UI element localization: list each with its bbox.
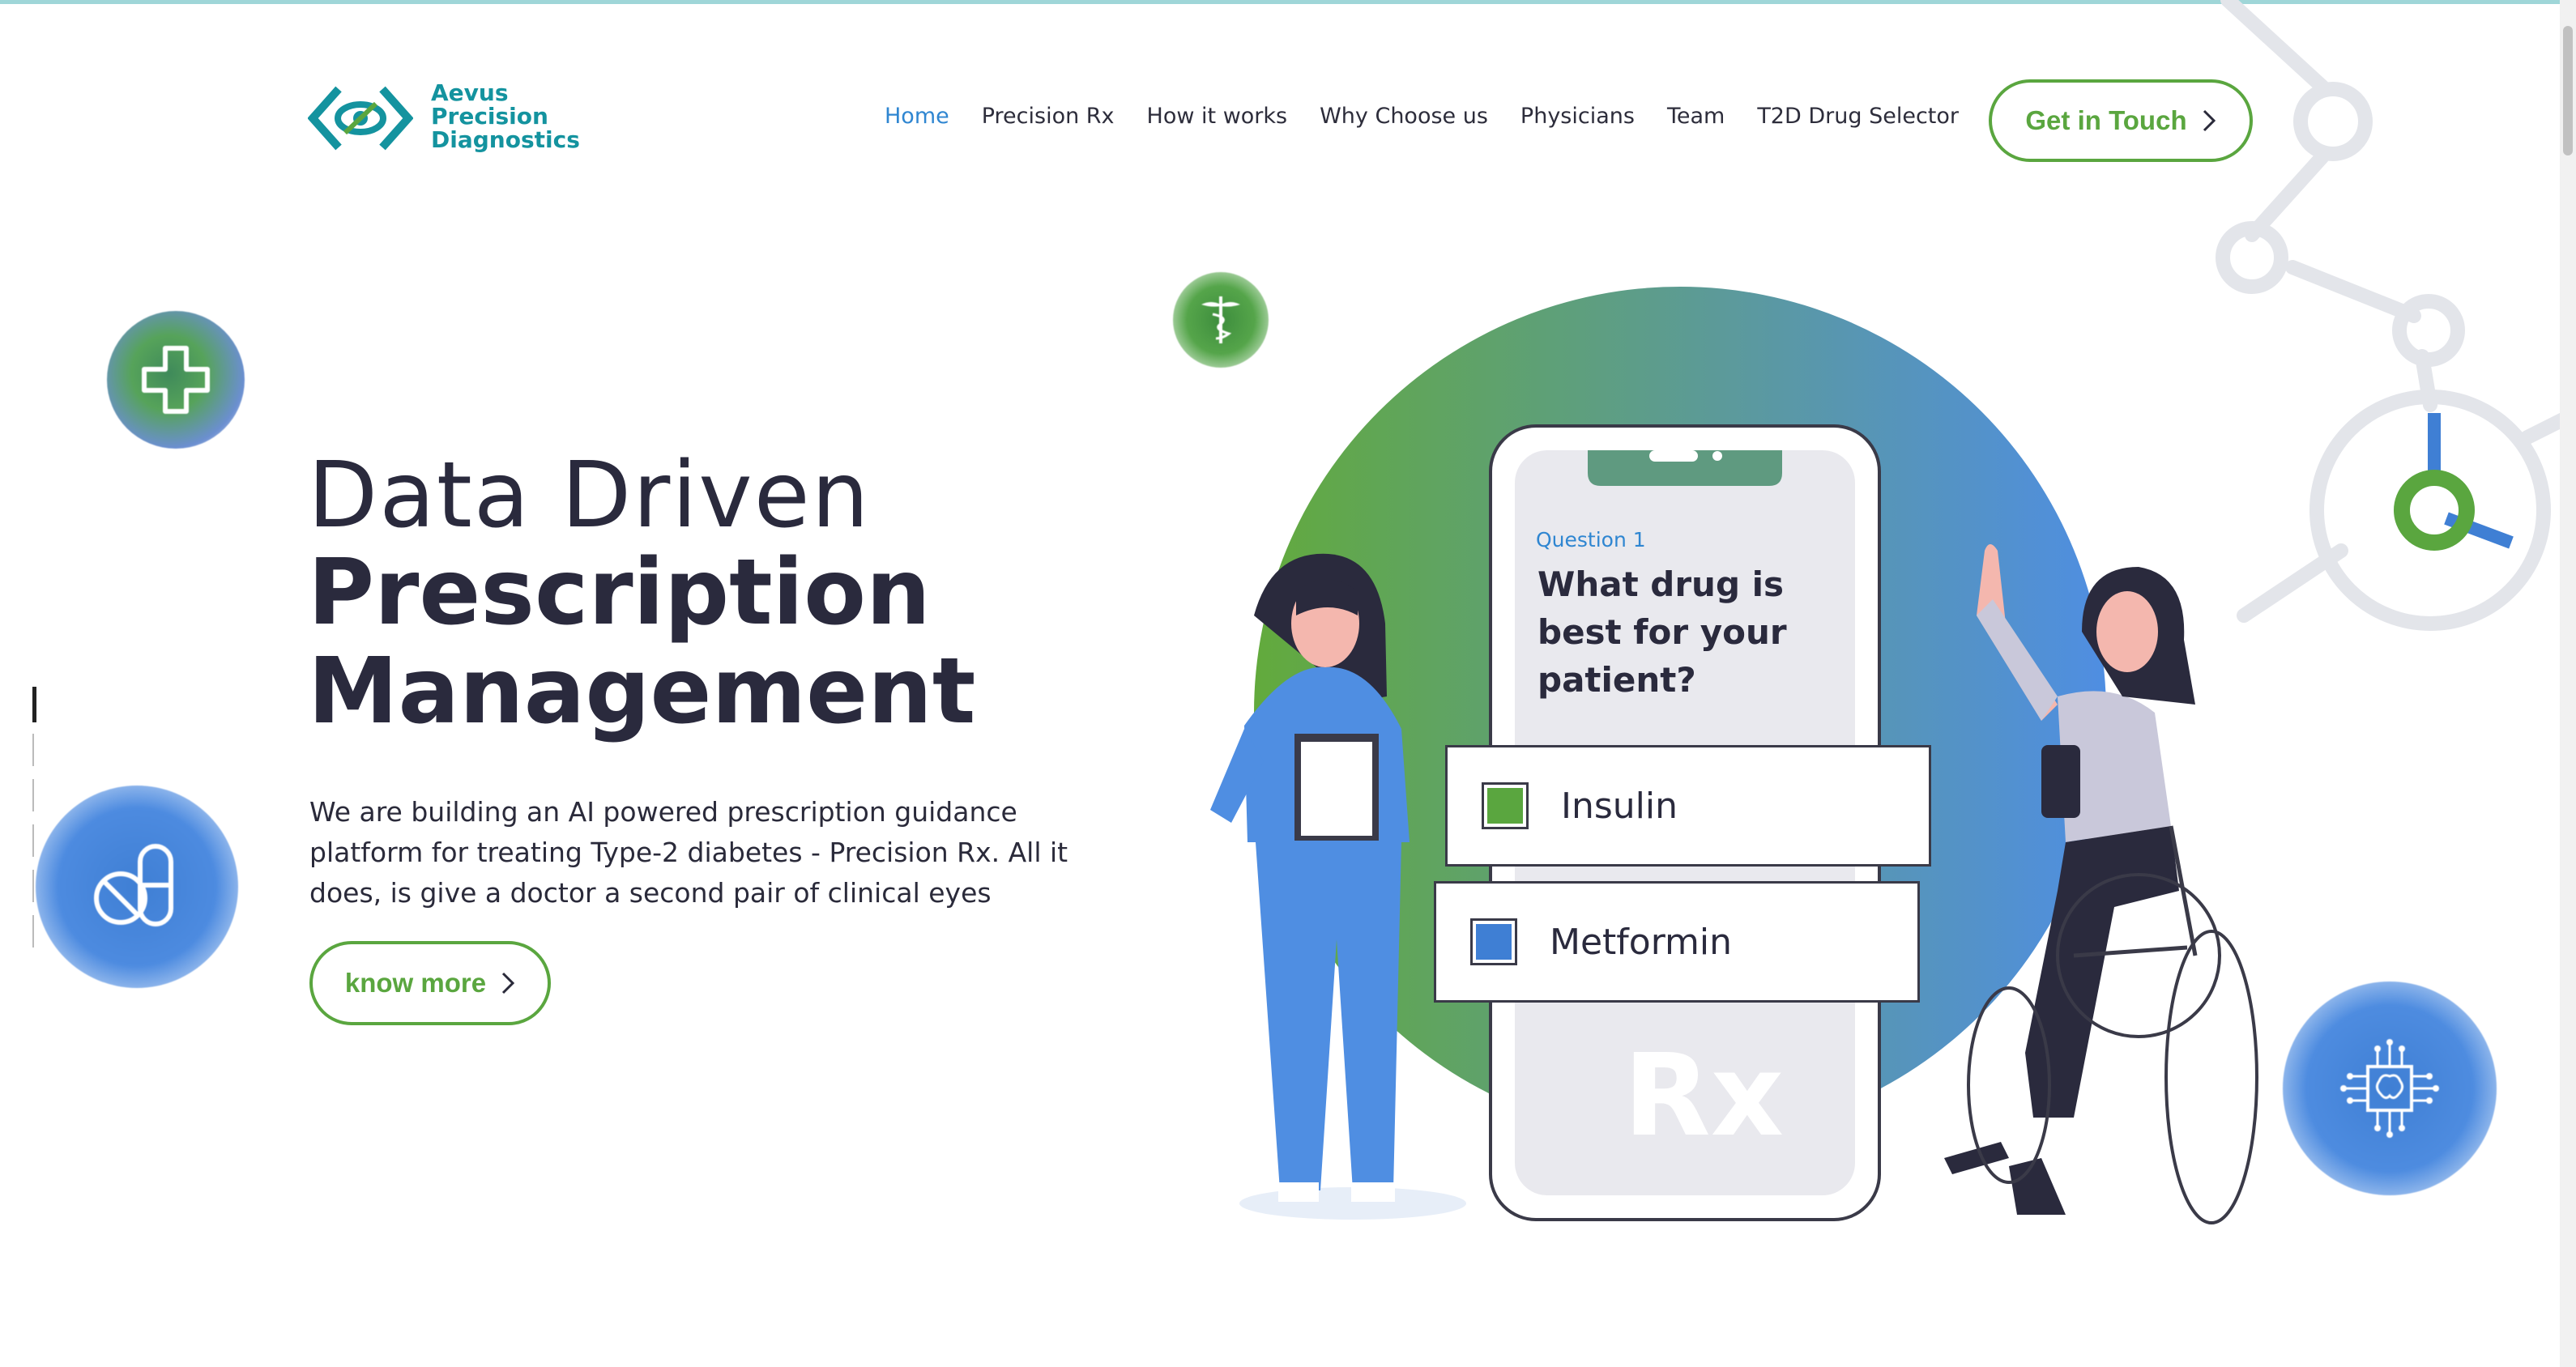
logo-mark-icon [308,86,413,151]
hero-title-bold-line-1: Prescription [308,540,931,645]
brand-name-line-3: Diagnostics [431,126,580,153]
brand-name: Aevus Precision Diagnostics [431,81,580,151]
question-text: What drug is best for your patient? [1537,564,1787,700]
plus-cross-icon [142,346,210,414]
option-insulin-label: Insulin [1561,785,1678,827]
nurse-figure [1210,553,1410,1202]
slide-indicator[interactable] [32,687,37,970]
brand-name-line-1: Aevus [431,79,509,106]
brain-chip-icon [2340,1039,2439,1138]
page-scrollbar[interactable] [2560,0,2576,1367]
main-nav: Home Precision Rx How it works Why Choos… [885,100,1959,133]
medical-cross-bubble [107,311,245,449]
pill-icon [94,844,173,926]
hero-intro: We are building an AI powered prescripti… [309,796,1068,909]
option-metformin[interactable]: Metformin [1434,881,1920,1003]
nav-home[interactable]: Home [885,100,949,133]
know-more-label: know more [344,968,487,998]
nav-why-choose-us[interactable]: Why Choose us [1320,100,1488,133]
brain-chip-bubble [2283,982,2497,1195]
hero-title-light: Data Driven [308,443,871,548]
option-insulin-checkbox[interactable] [1482,782,1529,829]
nav-team[interactable]: Team [1667,100,1725,133]
pill-bubble [36,786,238,988]
get-in-touch-label: Get in Touch [2025,105,2187,135]
nav-t2d-drug-selector[interactable]: T2D Drug Selector [1757,100,1959,133]
brand-name-line-2: Precision [431,103,548,130]
option-metformin-label: Metformin [1550,921,1732,963]
option-insulin[interactable]: Insulin [1445,745,1931,867]
scrollbar-thumb[interactable] [2563,26,2573,155]
hero-title-bold-line-2: Management [308,639,976,744]
chevron-right-icon [502,972,515,994]
nav-how-it-works[interactable]: How it works [1147,100,1288,133]
brand-logo[interactable]: Aevus Precision Diagnostics [308,81,583,162]
nav-physicians[interactable]: Physicians [1520,100,1635,133]
rx-mark: Rx [1623,1030,1785,1162]
know-more-button[interactable]: know more [309,941,551,1025]
option-metformin-checkbox[interactable] [1470,918,1517,965]
nav-precision-rx[interactable]: Precision Rx [982,100,1115,133]
question-label: Question 1 [1536,528,1646,551]
